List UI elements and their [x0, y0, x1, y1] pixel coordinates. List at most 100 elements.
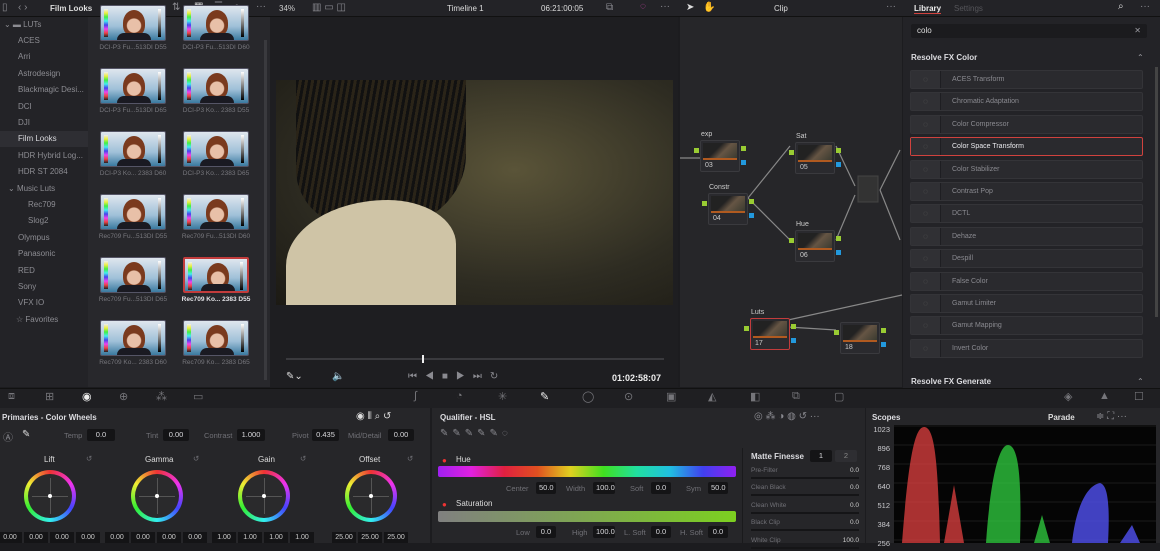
fx-item[interactable]: ◌ Color Space Transform — [910, 137, 1143, 157]
scope-mode-selector[interactable]: Parade — [1048, 413, 1075, 422]
matte-row-slider[interactable] — [751, 529, 859, 532]
wheel-value[interactable]: 0.00 — [50, 532, 74, 543]
fx-item[interactable]: ◌ Dehaze — [910, 226, 1143, 246]
output-port[interactable] — [836, 236, 841, 241]
wheel-value[interactable]: 0.00 — [0, 532, 22, 543]
wheel-value[interactable]: 1.00 — [212, 532, 236, 543]
matte-row[interactable]: Clean White 0.0 — [751, 502, 859, 516]
key-output-port[interactable] — [749, 213, 754, 218]
fx-item[interactable]: ◌ Despill — [910, 249, 1143, 269]
color-wheel-lift[interactable] — [24, 470, 76, 522]
wheel-value[interactable]: 0.00 — [157, 532, 181, 543]
matte-tab-1[interactable]: 1 — [810, 450, 832, 462]
node-sat[interactable]: 05 — [795, 142, 835, 174]
picker-icon[interactable]: ✎ — [22, 429, 30, 440]
key-output-port[interactable] — [791, 338, 796, 343]
matte-tab-2[interactable]: 2 — [835, 450, 857, 462]
hue-bar[interactable] — [438, 466, 736, 477]
low-field[interactable]: 0.0 — [536, 526, 556, 538]
color-wheel-gamma[interactable] — [131, 470, 183, 522]
temp-field[interactable]: 0.0 — [87, 429, 115, 441]
palette-tool-icon[interactable]: ◭ — [708, 390, 716, 403]
key-output-port[interactable] — [836, 250, 841, 255]
palette-right-icon[interactable]: ☐ — [1134, 390, 1144, 403]
auto-balance-icon[interactable]: Ⓐ — [3, 429, 13, 444]
palette-right-icon[interactable]: ◈ — [1064, 390, 1072, 403]
wheel-value[interactable]: 0.00 — [183, 532, 207, 543]
scope-settings-icon[interactable]: ≑ ⛶ ··· — [1096, 411, 1127, 422]
palette-tool-icon[interactable]: ◧ — [750, 390, 760, 403]
clear-icon[interactable]: ✕ — [1134, 26, 1141, 35]
fx-item[interactable]: ◌ Color Compressor — [910, 114, 1143, 134]
input-port[interactable] — [789, 238, 794, 243]
palette-tool-icon[interactable]: ▢ — [834, 390, 844, 403]
fx-item[interactable]: ◌ Invert Color — [910, 338, 1143, 358]
palette-tool-icon[interactable]: ▣ — [666, 390, 676, 403]
output-port[interactable] — [791, 324, 796, 329]
output-port[interactable] — [881, 328, 886, 333]
matte-row[interactable]: Pre-Filter 0.0 — [751, 467, 859, 481]
fx-item[interactable]: ◌ Gamut Mapping — [910, 316, 1143, 336]
fx-item[interactable]: ◌ Contrast Pop — [910, 182, 1143, 201]
hue-toggle[interactable]: ● — [442, 456, 447, 465]
key-output-port[interactable] — [836, 162, 841, 167]
color-wheel-gain[interactable] — [238, 470, 290, 522]
node-hue[interactable]: 06 — [795, 230, 835, 262]
library-scrollbar[interactable] — [1155, 67, 1158, 317]
mid-detail-field[interactable]: 0.00 — [388, 429, 414, 441]
sym-field[interactable]: 50.0 — [708, 482, 728, 494]
saturation-bar[interactable] — [438, 511, 736, 522]
palette-tool-icon[interactable]: ∫ — [414, 390, 417, 402]
matte-row-slider[interactable] — [751, 477, 859, 479]
palette-tool-icon[interactable]: ⧉ — [792, 390, 800, 403]
input-port[interactable] — [694, 148, 699, 153]
qualifier-mode-icons[interactable]: ◎ ⁂ ◑ ◍ ↺ ··· — [754, 411, 820, 422]
palette-tool-icon[interactable]: ⧈ — [8, 390, 15, 403]
palette-tool-icon[interactable]: ⊕ — [119, 390, 128, 403]
matte-row-value[interactable]: 0.0 — [850, 484, 859, 491]
matte-row[interactable]: Black Clip 0.0 — [751, 519, 859, 533]
tint-field[interactable]: 0.00 — [163, 429, 189, 441]
wheel-value[interactable]: 0.00 — [24, 532, 48, 543]
input-port[interactable] — [834, 330, 839, 335]
collapse-icon[interactable]: ⌃ — [1137, 53, 1144, 62]
wheel-value[interactable]: 0.00 — [105, 532, 129, 543]
wheel-value[interactable]: 1.00 — [238, 532, 262, 543]
matte-row[interactable]: Clean Black 0.0 — [751, 484, 859, 498]
palette-tool-icon[interactable]: ✳ — [498, 390, 507, 403]
wheels-mode-icon[interactable]: ◉ ⦀ ⌕ ↺ — [356, 411, 391, 422]
palette-tool-icon[interactable]: ⊞ — [45, 390, 54, 403]
node-luts[interactable]: 17 — [750, 318, 790, 350]
output-port[interactable] — [749, 199, 754, 204]
palette-tool-icon[interactable]: ⊙ — [624, 390, 633, 403]
width-field[interactable]: 100.0 — [593, 482, 615, 494]
wheel-value[interactable]: 1.00 — [264, 532, 288, 543]
fx-item[interactable]: ◌ Chromatic Adaptation — [910, 92, 1143, 112]
qualifier-picker-icons[interactable]: ✎✎✎✎✎◌ — [440, 428, 512, 439]
palette-tool-icon[interactable]: ⁂ — [156, 390, 167, 403]
high-field[interactable]: 100.0 — [593, 526, 615, 538]
lsoft-field[interactable]: 0.0 — [651, 526, 671, 538]
input-port[interactable] — [744, 326, 749, 331]
matte-row-value[interactable]: 0.0 — [850, 502, 859, 509]
fx-item[interactable]: ◌ ACES Transform — [910, 70, 1143, 89]
color-wheel-offset[interactable] — [345, 470, 397, 522]
node-exp[interactable]: 03 — [700, 140, 740, 172]
collapse-icon[interactable]: ⌃ — [1137, 377, 1144, 386]
fx-item[interactable]: ◌ Color Stabilizer — [910, 159, 1143, 179]
matte-row-value[interactable]: 0.0 — [850, 519, 859, 526]
node-18[interactable]: 18 — [840, 322, 880, 354]
section-resolve-fx-generate[interactable]: Resolve FX Generate — [911, 377, 991, 386]
palette-tool-icon[interactable]: ◯ — [582, 390, 594, 403]
wheel-value[interactable]: 25.00 — [384, 532, 408, 543]
output-port[interactable] — [836, 148, 841, 153]
palette-tool-icon[interactable]: ▭ — [193, 390, 203, 403]
fx-item[interactable]: ◌ DCTL — [910, 204, 1143, 224]
palette-tool-icon[interactable]: ◔ — [456, 390, 463, 402]
wheel-value[interactable]: 1.00 — [290, 532, 314, 543]
wheel-value[interactable]: 0.00 — [76, 532, 100, 543]
wheel-value[interactable]: 25.00 — [332, 532, 356, 543]
key-output-port[interactable] — [741, 160, 746, 165]
matte-row-slider[interactable] — [751, 494, 859, 497]
fx-item[interactable]: ◌ False Color — [910, 271, 1143, 291]
